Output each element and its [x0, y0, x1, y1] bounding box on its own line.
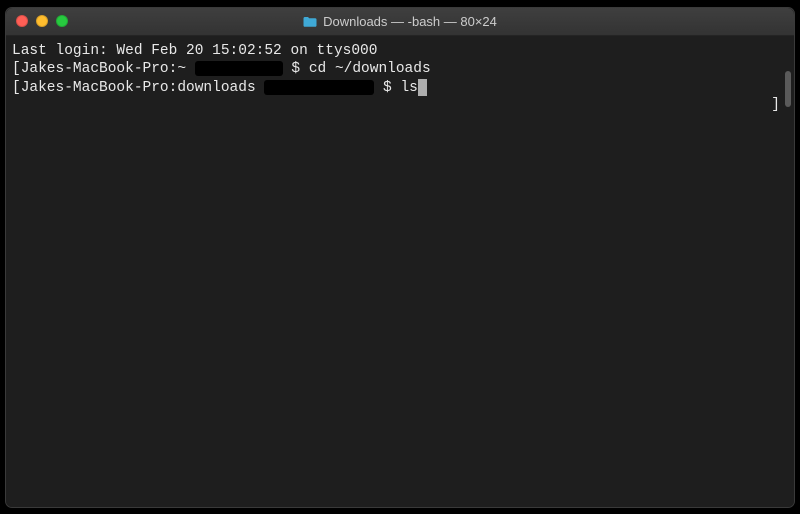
traffic-lights [16, 15, 68, 27]
redacted-user-1 [195, 61, 283, 76]
close-button[interactable] [16, 15, 28, 27]
terminal-window: Downloads — -bash — 80×24 Last login: We… [5, 7, 795, 508]
scrollbar-thumb[interactable] [785, 71, 791, 107]
command-cd: cd ~/downloads [309, 61, 431, 77]
right-bracket: ] [771, 96, 780, 115]
terminal-line-ls: [Jakes-MacBook-Pro:downloads $ ls [12, 79, 784, 98]
title-center: Downloads — -bash — 80×24 [6, 14, 794, 29]
prompt-dollar-2: $ [374, 80, 400, 96]
cursor-block [418, 79, 427, 96]
last-login-text: Last login: Wed Feb 20 15:02:52 on ttys0… [12, 43, 377, 59]
prompt-host-2: [Jakes-MacBook-Pro:downloads [12, 80, 264, 96]
maximize-button[interactable] [56, 15, 68, 27]
redacted-user-2 [264, 80, 374, 95]
titlebar[interactable]: Downloads — -bash — 80×24 [6, 8, 794, 36]
minimize-button[interactable] [36, 15, 48, 27]
prompt-host-1: [Jakes-MacBook-Pro:~ [12, 61, 195, 77]
folder-icon [303, 16, 317, 27]
terminal-line-cd: [Jakes-MacBook-Pro:~ $ cd ~/downloads [12, 60, 784, 79]
terminal-content[interactable]: Last login: Wed Feb 20 15:02:52 on ttys0… [6, 36, 794, 507]
terminal-line-last-login: Last login: Wed Feb 20 15:02:52 on ttys0… [12, 42, 784, 61]
window-title: Downloads — -bash — 80×24 [323, 14, 497, 29]
prompt-dollar-1: $ [283, 61, 309, 77]
command-ls: ls [400, 80, 417, 96]
